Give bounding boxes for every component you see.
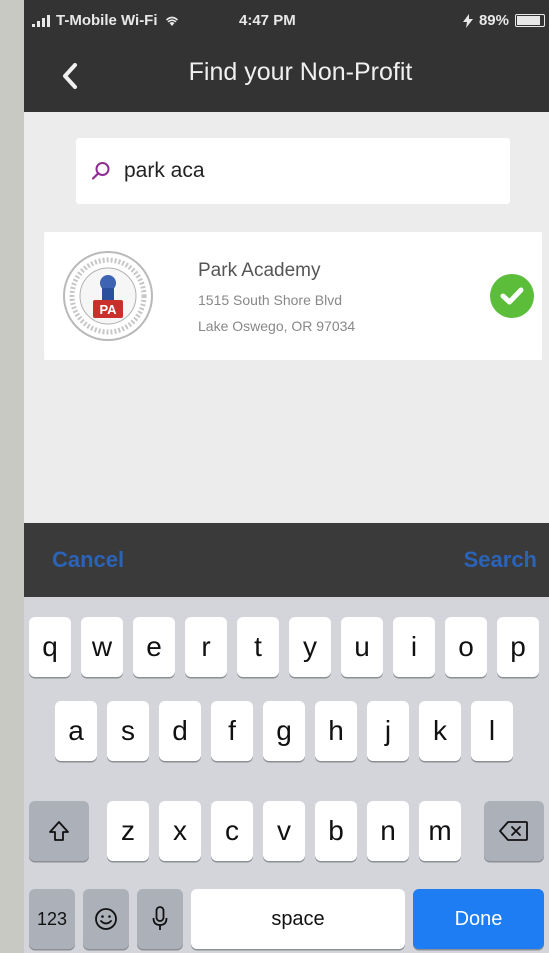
key-t[interactable]: t bbox=[237, 617, 279, 677]
key-a[interactable]: a bbox=[55, 701, 97, 761]
signal-icon bbox=[32, 14, 50, 27]
key-d[interactable]: d bbox=[159, 701, 201, 761]
key-j[interactable]: j bbox=[367, 701, 409, 761]
key-b[interactable]: b bbox=[315, 801, 357, 861]
nonprofit-address-line2: Lake Oswego, OR 97034 bbox=[198, 318, 356, 334]
search-button[interactable]: Search bbox=[464, 547, 537, 573]
nonprofit-result-card[interactable]: PA Park Academy 1515 South Shore Blvd La… bbox=[44, 232, 542, 360]
backspace-key[interactable] bbox=[484, 801, 544, 861]
key-p[interactable]: p bbox=[497, 617, 539, 677]
key-w[interactable]: w bbox=[81, 617, 123, 677]
status-right: 89% bbox=[462, 12, 545, 29]
backspace-icon bbox=[499, 821, 528, 841]
nonprofit-name: Park Academy bbox=[198, 260, 321, 281]
key-l[interactable]: l bbox=[471, 701, 513, 761]
keyboard: q w e r t y u i o p a s d f g h j k l z … bbox=[24, 597, 549, 953]
search-field[interactable] bbox=[76, 138, 510, 204]
emoji-icon bbox=[95, 908, 117, 930]
school-seal-icon: PA bbox=[63, 251, 153, 341]
key-i[interactable]: i bbox=[393, 617, 435, 677]
key-g[interactable]: g bbox=[263, 701, 305, 761]
emoji-key[interactable] bbox=[83, 889, 129, 949]
key-k[interactable]: k bbox=[419, 701, 461, 761]
battery-icon bbox=[515, 14, 545, 27]
numbers-key[interactable]: 123 bbox=[29, 889, 75, 949]
key-c[interactable]: c bbox=[211, 801, 253, 861]
key-z[interactable]: z bbox=[107, 801, 149, 861]
charging-bolt-icon bbox=[462, 13, 473, 28]
key-u[interactable]: u bbox=[341, 617, 383, 677]
wifi-icon bbox=[165, 16, 178, 26]
svg-text:PA: PA bbox=[99, 302, 117, 317]
keyboard-accessory-bar: Cancel Search bbox=[24, 523, 549, 597]
key-h[interactable]: h bbox=[315, 701, 357, 761]
key-e[interactable]: e bbox=[133, 617, 175, 677]
key-m[interactable]: m bbox=[419, 801, 461, 861]
battery-percent: 89% bbox=[478, 12, 509, 29]
checkmark-circle-icon bbox=[490, 274, 534, 318]
search-input[interactable] bbox=[124, 159, 464, 183]
key-v[interactable]: v bbox=[263, 801, 305, 861]
key-r[interactable]: r bbox=[185, 617, 227, 677]
dictation-key[interactable] bbox=[137, 889, 183, 949]
top-bar: T-Mobile Wi-Fi 4:47 PM 89% Find your Non… bbox=[24, 0, 549, 112]
microphone-icon bbox=[152, 906, 168, 930]
search-icon bbox=[91, 162, 110, 180]
nonprofit-address-line1: 1515 South Shore Blvd bbox=[198, 292, 342, 308]
shift-key[interactable] bbox=[29, 801, 89, 861]
checkmark-icon bbox=[500, 287, 524, 305]
key-o[interactable]: o bbox=[445, 617, 487, 677]
battery-fill bbox=[517, 16, 540, 25]
phone-screen: T-Mobile Wi-Fi 4:47 PM 89% Find your Non… bbox=[24, 0, 549, 953]
key-s[interactable]: s bbox=[107, 701, 149, 761]
cancel-button[interactable]: Cancel bbox=[52, 547, 124, 573]
status-bar: T-Mobile Wi-Fi 4:47 PM 89% bbox=[24, 0, 549, 40]
carrier-label: T-Mobile Wi-Fi bbox=[56, 12, 158, 29]
key-x[interactable]: x bbox=[159, 801, 201, 861]
done-key[interactable]: Done bbox=[413, 889, 544, 949]
page-title: Find your Non-Profit bbox=[188, 58, 413, 86]
key-y[interactable]: y bbox=[289, 617, 331, 677]
key-q[interactable]: q bbox=[29, 617, 71, 677]
key-n[interactable]: n bbox=[367, 801, 409, 861]
status-time: 4:47 PM bbox=[239, 12, 296, 29]
shift-arrow-icon bbox=[49, 821, 69, 841]
space-key[interactable]: space bbox=[191, 889, 405, 949]
status-left: T-Mobile Wi-Fi bbox=[32, 12, 180, 29]
key-f[interactable]: f bbox=[211, 701, 253, 761]
